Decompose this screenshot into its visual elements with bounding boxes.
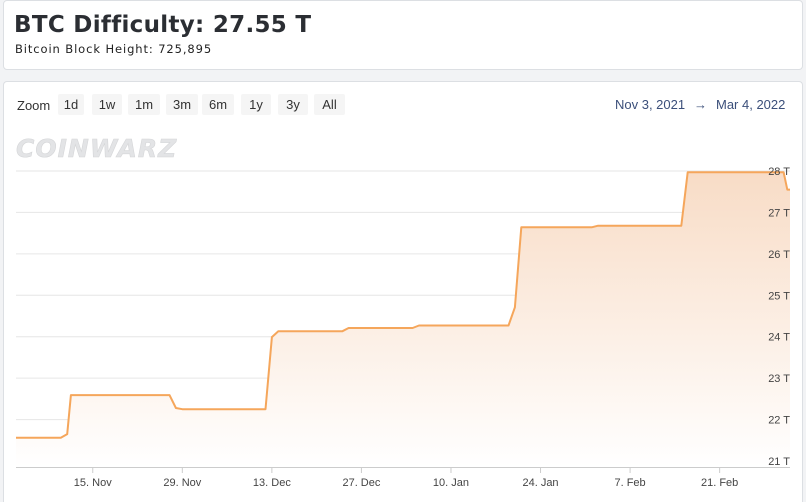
y-tick-label: 25 T — [768, 290, 790, 302]
x-tick-label: 13. Dec — [253, 477, 291, 489]
x-tick-label: 7. Feb — [614, 477, 645, 489]
x-tick-label: 27. Dec — [342, 477, 380, 489]
x-tick-label: 21. Feb — [701, 477, 738, 489]
watermark-text: COINWARZ — [16, 134, 177, 163]
y-tick-label: 26 T — [768, 249, 790, 261]
y-tick-label: 23 T — [768, 373, 790, 385]
y-tick-label: 28 T — [768, 166, 790, 178]
watermark-logo: COINWARZ — [16, 134, 177, 164]
difficulty-chart: COINWARZ 15. Nov 29. Nov 13. Dec 27. Dec 10.… — [16, 134, 791, 489]
plot-area — [16, 171, 790, 467]
y-tick-label: 22 T — [768, 415, 790, 427]
y-tick-label: 24 T — [768, 332, 790, 344]
y-tick-label: 27 T — [768, 207, 790, 219]
x-axis: 15. Nov 29. Nov 13. Dec 27. Dec 10. Jan 24. J… — [16, 467, 790, 489]
x-tick-label: 15. Nov — [74, 477, 112, 489]
area-fill — [16, 172, 790, 467]
x-tick-label: 24. Jan — [522, 477, 558, 489]
y-tick-label: 21 T — [768, 456, 790, 468]
x-tick-label: 29. Nov — [163, 477, 201, 489]
x-tick-label: 10. Jan — [433, 477, 469, 489]
